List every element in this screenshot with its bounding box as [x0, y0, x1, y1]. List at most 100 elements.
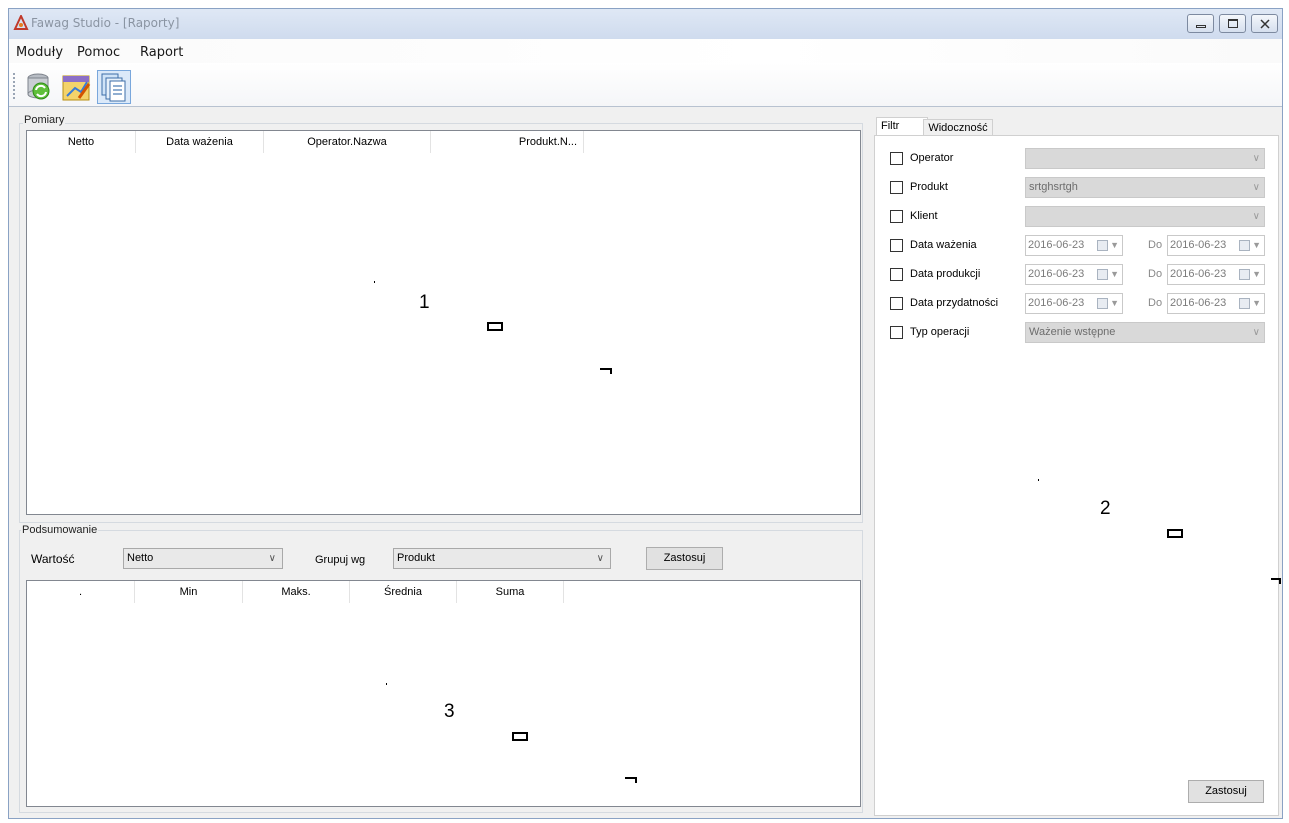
typ-operacji-value: Ważenie wstępne — [1029, 326, 1116, 338]
typ-operacji-combo[interactable]: Ważenie wstępne ∨ — [1025, 322, 1265, 343]
pomiary-list[interactable]: Netto Data ważenia Operator.Nazwa Produk… — [26, 130, 861, 515]
data-wazenia-checkbox[interactable] — [890, 239, 903, 252]
chevron-down-icon: ∨ — [1252, 327, 1260, 338]
data-produkcji-to-picker[interactable]: 2016-06-23 ▼ — [1167, 264, 1265, 285]
column-header-maks[interactable]: Maks. — [243, 581, 350, 603]
data-wazenia-label: Data ważenia — [910, 239, 977, 251]
annotation-marker-rect — [1167, 529, 1183, 538]
stray-dot — [1038, 479, 1039, 481]
dropdown-arrow-icon: ▼ — [1110, 269, 1119, 279]
toolbar-grip — [13, 73, 16, 99]
report-edit-button[interactable] — [59, 70, 93, 104]
podsumowanie-title: Podsumowanie — [21, 524, 99, 536]
filter-apply-button[interactable]: Zastosuj — [1188, 780, 1264, 803]
menu-pomoc[interactable]: Pomoc — [77, 45, 120, 60]
podsumowanie-apply-button[interactable]: Zastosuj — [646, 547, 723, 570]
operator-label: Operator — [910, 152, 954, 164]
close-button[interactable] — [1251, 14, 1278, 33]
tab-filtr[interactable]: Filtr — [876, 117, 928, 136]
data-produkcji-from-picker[interactable]: 2016-06-23 ▼ — [1025, 264, 1123, 285]
data-przydatnosci-from-value: 2016-06-23 — [1028, 297, 1085, 309]
data-wazenia-to-picker[interactable]: 2016-06-23 ▼ — [1167, 235, 1265, 256]
klient-checkbox[interactable] — [890, 210, 903, 223]
column-header-netto[interactable]: Netto — [27, 131, 136, 153]
column-header-group[interactable]: . — [27, 581, 135, 603]
app-logo-icon — [13, 15, 29, 30]
calendar-icon — [1097, 240, 1108, 251]
menu-raport[interactable]: Raport — [140, 45, 183, 60]
operator-checkbox[interactable] — [890, 152, 903, 165]
column-header-min[interactable]: Min — [135, 581, 243, 603]
chevron-down-icon: ∨ — [1252, 182, 1260, 193]
data-przydatnosci-checkbox[interactable] — [890, 297, 903, 310]
wartosc-value: Netto — [127, 552, 154, 564]
wartosc-combo[interactable]: Netto ∨ — [123, 548, 283, 569]
data-wazenia-do-label: Do — [1148, 239, 1163, 251]
grupuj-combo[interactable]: Produkt ∨ — [393, 548, 611, 569]
tab-widocznosc[interactable]: Widoczność — [923, 119, 993, 136]
stray-dot — [374, 281, 375, 283]
stray-dot — [386, 683, 387, 685]
pomiary-title: Pomiary — [23, 114, 66, 126]
data-wazenia-from-picker[interactable]: 2016-06-23 ▼ — [1025, 235, 1123, 256]
column-header-produkt[interactable]: Produkt.N... — [431, 131, 584, 153]
documents-icon — [101, 73, 126, 102]
produkt-combo[interactable]: srtghsrtgh ∨ — [1025, 177, 1265, 198]
typ-operacji-checkbox[interactable] — [890, 326, 903, 339]
chevron-down-icon: ∨ — [268, 553, 276, 564]
annotation-marker-tick — [625, 777, 637, 783]
refresh-db-button[interactable] — [21, 70, 55, 104]
calendar-icon — [1239, 298, 1250, 309]
filter-panel: Operator ∨ Produkt srtghsrtgh ∨ Klient ∨… — [874, 135, 1279, 816]
dropdown-arrow-icon: ▼ — [1252, 298, 1261, 308]
data-wazenia-to-value: 2016-06-23 — [1170, 239, 1227, 251]
data-przydatnosci-to-picker[interactable]: 2016-06-23 ▼ — [1167, 293, 1265, 314]
title-bar: Fawag Studio - [Raporty] — [9, 9, 1282, 39]
produkt-checkbox[interactable] — [890, 181, 903, 194]
annotation-marker-tick — [1271, 578, 1281, 584]
column-header-data-wazenia[interactable]: Data ważenia — [136, 131, 264, 153]
wartosc-label: Wartość — [31, 552, 75, 566]
dropdown-arrow-icon: ▼ — [1252, 240, 1261, 250]
chevron-down-icon: ∨ — [596, 553, 604, 564]
klient-label: Klient — [910, 210, 938, 222]
window-title: Fawag Studio - [Raporty] — [31, 16, 180, 30]
data-produkcji-do-label: Do — [1148, 268, 1163, 280]
restore-icon — [1228, 19, 1238, 28]
podsumowanie-list[interactable]: . Min Maks. Średnia Suma 3 — [26, 580, 861, 807]
grupuj-label: Grupuj wg — [315, 554, 366, 566]
minimize-button[interactable] — [1187, 14, 1214, 33]
minimize-icon — [1196, 25, 1206, 28]
data-przydatnosci-label: Data przydatności — [910, 297, 999, 309]
klient-combo[interactable]: ∨ — [1025, 206, 1265, 227]
close-icon — [1260, 19, 1270, 29]
dropdown-arrow-icon: ▼ — [1252, 269, 1261, 279]
report-edit-icon — [62, 75, 91, 101]
data-przydatnosci-from-picker[interactable]: 2016-06-23 ▼ — [1025, 293, 1123, 314]
documents-button[interactable] — [97, 70, 131, 104]
annotation-marker-tick — [600, 368, 612, 374]
app-window: Fawag Studio - [Raporty] Moduły Pomoc Ra… — [8, 8, 1283, 819]
data-wazenia-from-value: 2016-06-23 — [1028, 239, 1085, 251]
dropdown-arrow-icon: ▼ — [1110, 240, 1119, 250]
operator-combo[interactable]: ∨ — [1025, 148, 1265, 169]
calendar-icon — [1097, 298, 1108, 309]
data-przydatnosci-do-label: Do — [1148, 297, 1163, 309]
menu-moduly[interactable]: Moduły — [16, 45, 63, 60]
column-header-srednia[interactable]: Średnia — [350, 581, 457, 603]
annotation-marker-rect — [512, 732, 528, 741]
data-przydatnosci-to-value: 2016-06-23 — [1170, 297, 1227, 309]
calendar-icon — [1097, 269, 1108, 280]
column-header-suma[interactable]: Suma — [457, 581, 564, 603]
refresh-db-icon — [27, 73, 50, 100]
column-header-operator[interactable]: Operator.Nazwa — [264, 131, 431, 153]
calendar-icon — [1239, 240, 1250, 251]
restore-button[interactable] — [1219, 14, 1246, 33]
data-produkcji-label: Data produkcji — [910, 268, 981, 280]
produkt-value: srtghsrtgh — [1029, 181, 1078, 193]
typ-operacji-label: Typ operacji — [910, 326, 970, 338]
grupuj-value: Produkt — [397, 552, 435, 564]
dropdown-arrow-icon: ▼ — [1110, 298, 1119, 308]
data-produkcji-checkbox[interactable] — [890, 268, 903, 281]
annotation-1: 1 — [419, 292, 430, 313]
